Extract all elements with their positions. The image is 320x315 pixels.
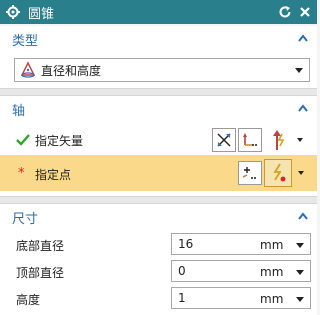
point-dialog-icon (242, 167, 256, 179)
point-inferred-button[interactable] (264, 159, 292, 187)
input-value: 0 (178, 264, 186, 278)
height-input[interactable]: 1 mm (171, 287, 311, 309)
dropdown-arrow-icon[interactable] (296, 270, 304, 275)
point-menu-arrow[interactable] (294, 161, 308, 185)
vector-reverse-button[interactable] (212, 128, 236, 152)
vector-menu-arrow[interactable] (293, 128, 307, 152)
dimension-section-label: 尺寸 (12, 211, 39, 227)
inferred-point-icon (273, 163, 286, 182)
dropdown-arrow-icon[interactable] (296, 243, 304, 248)
chevron-up-icon (298, 212, 308, 220)
type-section-header[interactable]: 类型 (0, 26, 317, 52)
dimension-row-label: 底部直径 (16, 239, 65, 253)
dimension-row-label: 高度 (16, 293, 41, 307)
section-divider (0, 88, 317, 96)
chevron-up-icon (298, 104, 308, 112)
section-divider (0, 196, 317, 204)
window-title: 圆锥 (28, 6, 55, 22)
dimension-section-header[interactable]: 尺寸 (0, 204, 317, 230)
type-dropdown[interactable]: 直径和高度 (14, 58, 310, 82)
inferred-vector-icon (273, 130, 285, 150)
input-value: 1 (178, 291, 186, 305)
chevron-up-icon (298, 34, 308, 42)
type-panel: 直径和高度 (0, 52, 317, 88)
input-value: 16 (178, 237, 194, 251)
close-button[interactable] (297, 4, 313, 20)
top-diameter-input[interactable]: 0 mm (171, 260, 311, 282)
dropdown-arrow-icon (297, 138, 303, 142)
vector-inferred-button[interactable] (265, 126, 291, 154)
vector-dialog-icon (243, 133, 257, 146)
dimension-row-label: 顶部直径 (16, 266, 65, 280)
dropdown-arrow-icon (298, 171, 304, 175)
check-icon (16, 134, 30, 146)
dropdown-arrow-icon[interactable] (296, 297, 304, 302)
bottom-diameter-input[interactable]: 16 mm (171, 233, 311, 255)
reverse-direction-icon (217, 133, 231, 147)
unit-label: mm (260, 238, 284, 252)
dropdown-arrow-icon (295, 68, 303, 73)
cone-icon (20, 61, 36, 78)
required-mark: * (18, 166, 25, 181)
close-icon (300, 7, 310, 17)
point-dialog-button[interactable] (238, 161, 262, 185)
unit-label: mm (260, 292, 284, 306)
title-bar: 圆锥 (0, 0, 317, 24)
axis-section-header[interactable]: 轴 (0, 96, 317, 122)
type-selected-value: 直径和高度 (41, 63, 102, 78)
vector-label: 指定矢量 (35, 134, 84, 148)
axis-section-label: 轴 (12, 103, 26, 119)
reset-button[interactable] (277, 4, 293, 20)
gear-icon (6, 5, 20, 19)
unit-label: mm (260, 265, 284, 279)
type-section-label: 类型 (12, 33, 39, 49)
vector-dialog-button[interactable] (238, 128, 262, 152)
refresh-icon (279, 6, 291, 18)
point-label: 指定点 (35, 168, 72, 182)
